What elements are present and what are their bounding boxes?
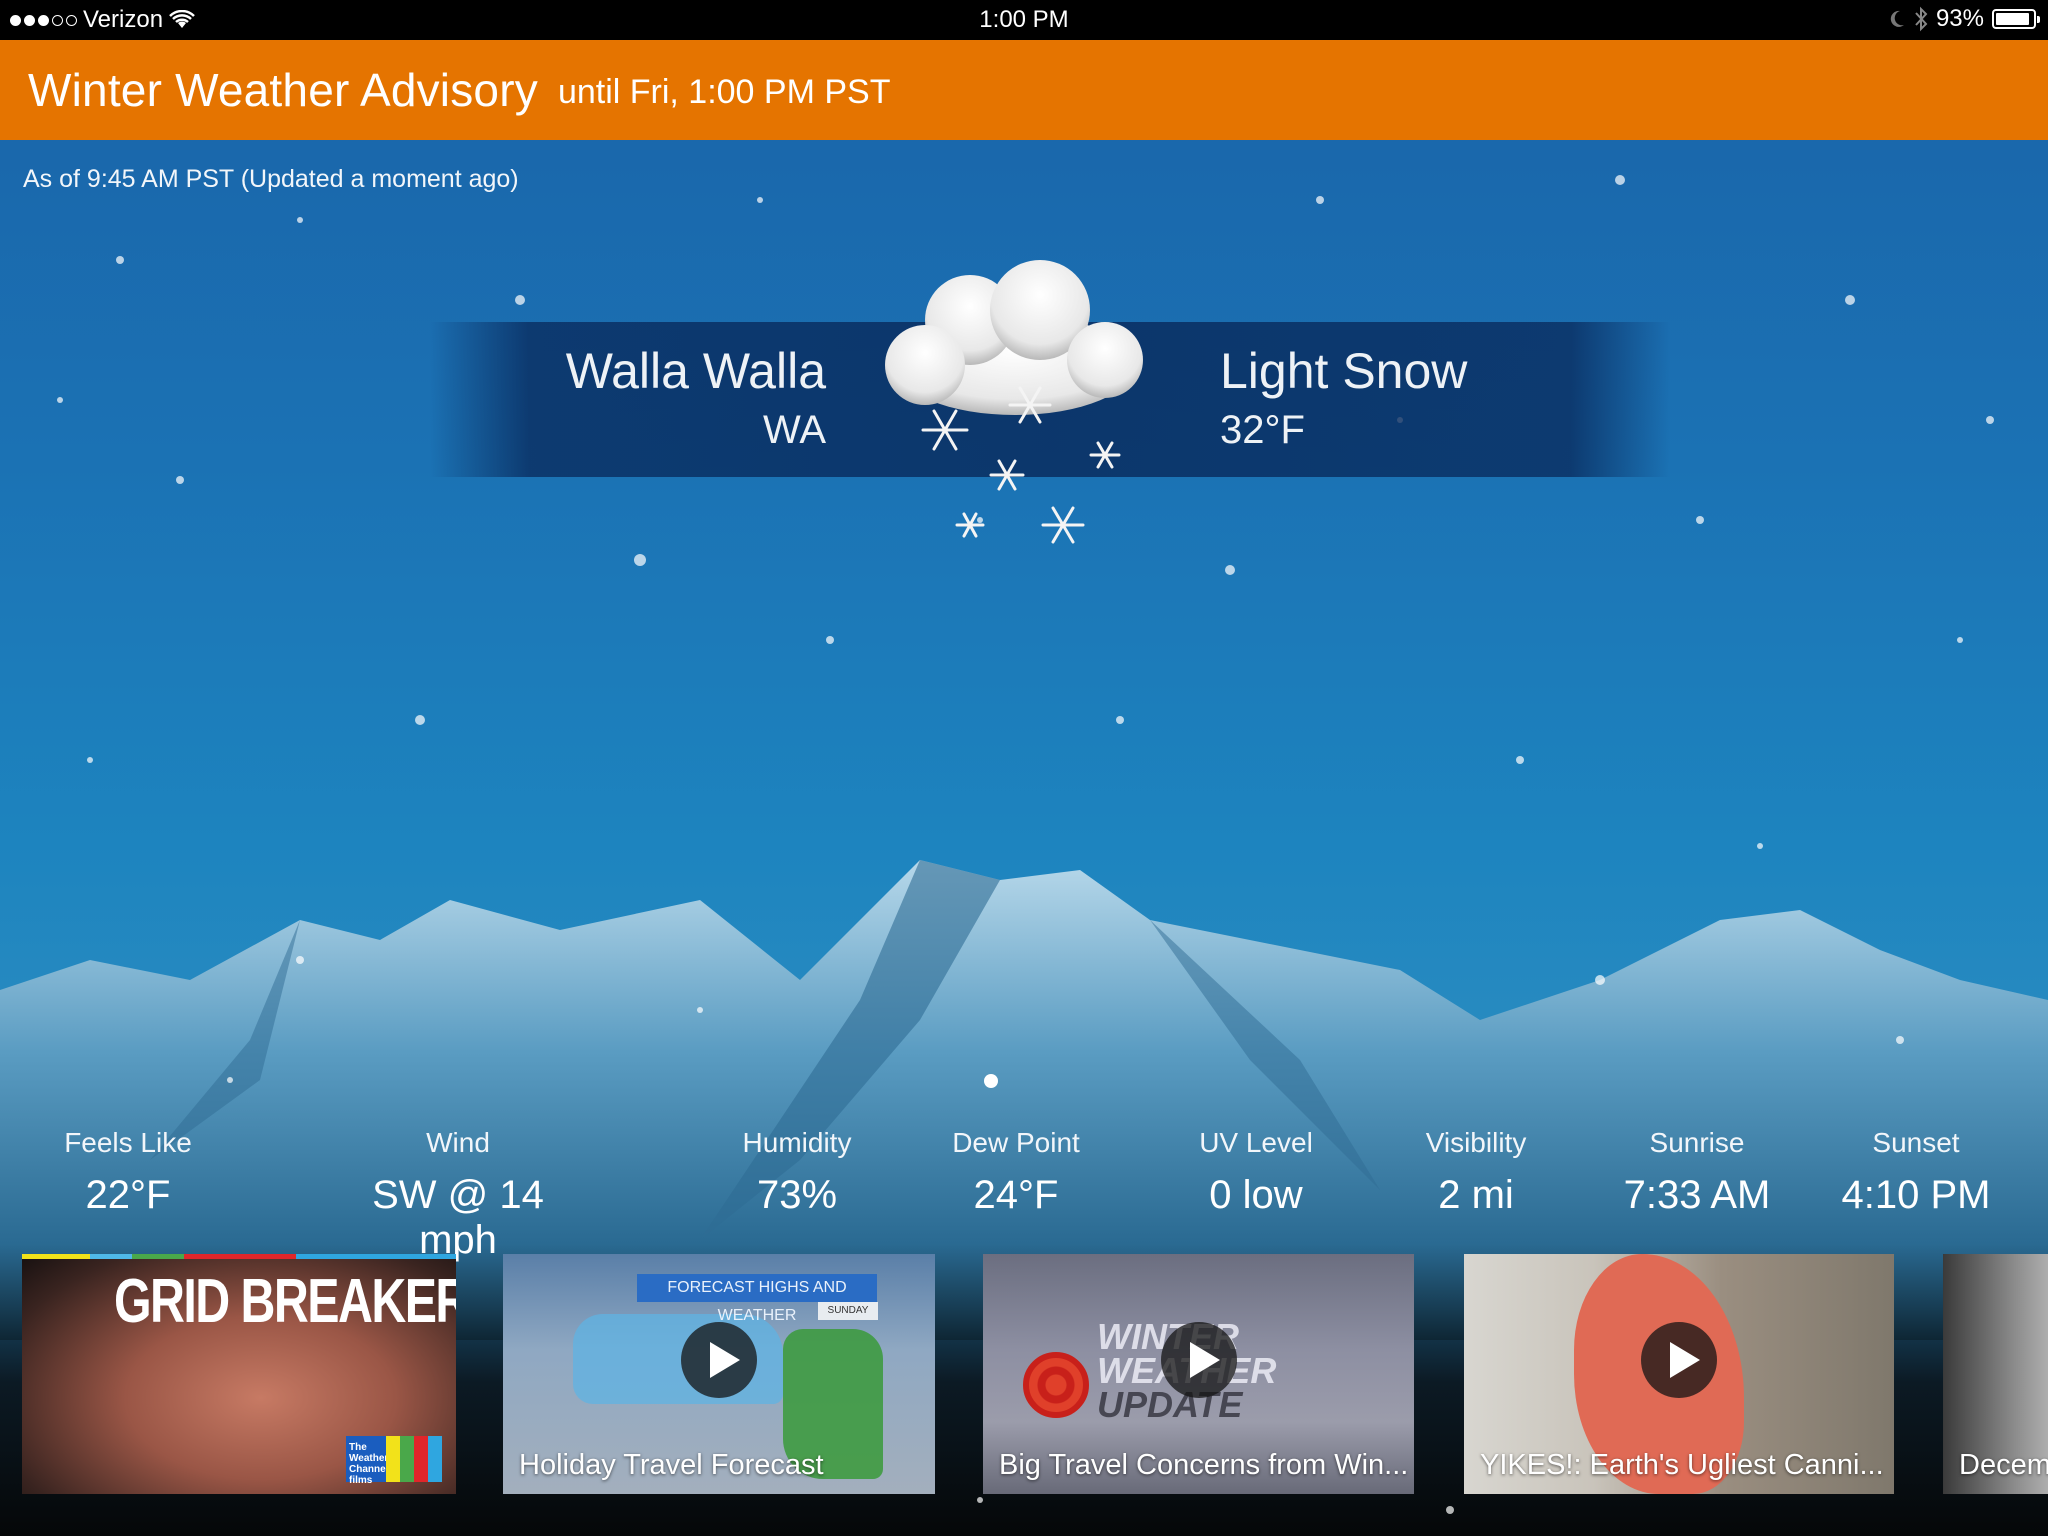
map-overlay-title: FORECAST HIGHS AND WEATHER <box>637 1274 877 1324</box>
bluetooth-icon <box>1915 6 1928 32</box>
stat-sunset: Sunset 4:10 PM <box>1786 1127 2046 1218</box>
map-overlay-day: SUNDAY <box>818 1302 878 1320</box>
do-not-disturb-icon <box>1890 10 1904 27</box>
video-card[interactable]: FORECAST HIGHS AND WEATHER SUNDAY Holida… <box>503 1254 935 1494</box>
snow-cloud-icon <box>885 260 1143 544</box>
stat-value: SW @ 14 mph <box>372 1173 544 1262</box>
video-card[interactable]: Decem <box>1943 1254 2048 1494</box>
stat-feels-like: Feels Like 22°F <box>0 1127 258 1218</box>
status-bar: Verizon 1:00 PM 93% <box>0 0 2048 40</box>
stat-value: 24°F <box>973 1173 1059 1217</box>
video-title: Decem <box>1959 1449 2048 1481</box>
battery-icon <box>1992 9 2040 29</box>
stat-label: Wind <box>426 1127 490 1158</box>
stat-label: Dew Point <box>952 1127 1080 1158</box>
video-title: Holiday Travel Forecast <box>519 1449 824 1481</box>
video-title: Big Travel Concerns from Win... <box>999 1449 1409 1481</box>
weather-advisory-banner[interactable]: Winter Weather Advisory until Fri, 1:00 … <box>0 40 2048 140</box>
play-icon[interactable] <box>1641 1321 1717 1398</box>
stat-wind: Wind SW @ 14 mph <box>328 1127 588 1263</box>
video-title: YIKES!: Earth's Ugliest Canni... <box>1480 1449 1884 1481</box>
video-card[interactable]: WINTER WEATHER UPDATE Big Travel Concern… <box>983 1254 1414 1494</box>
video-card-grid-breakers[interactable]: GRID BREAKERS The Weather Channel films <box>22 1254 456 1494</box>
play-icon[interactable] <box>1160 1321 1237 1398</box>
logo-text: The Weather Channel films <box>349 1442 389 1486</box>
video-brand-title: GRID BREAKERS <box>114 1267 456 1336</box>
stat-value: 22°F <box>85 1173 171 1217</box>
battery-percent: 93% <box>1935 5 1984 32</box>
clock: 1:00 PM <box>979 6 1069 33</box>
play-icon[interactable] <box>681 1321 757 1398</box>
advisory-expiry: until Fri, 1:00 PM PST <box>557 72 891 111</box>
page-indicator-dot[interactable] <box>984 1074 998 1088</box>
stat-dew-point: Dew Point 24°F <box>886 1127 1146 1218</box>
weather-channel-films-logo: The Weather Channel films <box>346 1436 442 1486</box>
stat-label: Sunset <box>1872 1127 1960 1158</box>
brand-stripes <box>22 1254 456 1259</box>
current-temperature: 32°F <box>1220 408 1305 452</box>
advisory-title: Winter Weather Advisory <box>28 64 538 116</box>
stat-label: Feels Like <box>64 1127 192 1158</box>
condition-text: Light Snow <box>1220 343 1468 399</box>
city-name[interactable]: Walla Walla <box>566 342 826 400</box>
stat-value: 4:10 PM <box>1841 1173 1991 1217</box>
state-name: WA <box>763 408 826 452</box>
target-icon <box>1023 1352 1089 1418</box>
last-updated-text: As of 9:45 AM PST (Updated a moment ago) <box>23 165 519 193</box>
video-card[interactable]: YIKES!: Earth's Ugliest Canni... <box>1464 1254 1894 1494</box>
